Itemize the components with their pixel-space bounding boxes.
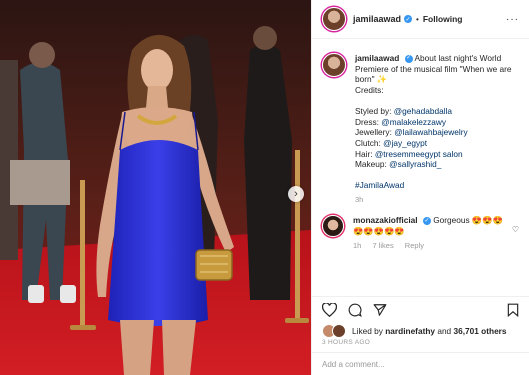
credit-line: Jewellery: @lailawahbajewelry [355, 127, 468, 138]
commenter-username[interactable]: monazakiofficial [353, 215, 418, 225]
author-avatar[interactable] [322, 7, 346, 31]
liker-avatars [322, 324, 346, 338]
author-username[interactable]: jamilaawad [353, 14, 401, 24]
heart-icon[interactable]: ♡ [512, 225, 519, 251]
reply-button[interactable]: Reply [405, 241, 424, 250]
liked-middle: and [437, 326, 452, 336]
caption-text: jamilaawad ✓ About last night's World Pr… [355, 53, 519, 205]
next-photo-button[interactable]: › [288, 186, 304, 202]
photo-illustration [0, 0, 311, 375]
comment-row: monazakiofficial ✓ Gorgeous 😍😍😍😍😍😍😍😍 1h … [322, 215, 519, 251]
chevron-right-icon: › [294, 188, 298, 200]
caption-username[interactable]: jamilaawad [355, 53, 399, 63]
instagram-post: › jamilaawad ✓ • Following ··· jamilaawa… [0, 0, 529, 375]
mention-link[interactable]: @sallyrashid_ [389, 159, 441, 169]
verified-icon: ✓ [422, 217, 431, 226]
more-icon[interactable]: ··· [506, 14, 519, 25]
post-photo[interactable]: › [0, 0, 311, 375]
post-sidebar: jamilaawad ✓ • Following ··· jamilaawad … [311, 0, 529, 375]
liked-by-row: Liked by nardinefathy and 36,701 others [312, 323, 529, 339]
heart-icon[interactable] [322, 303, 337, 317]
verified-icon: ✓ [404, 15, 413, 23]
comments-area: jamilaawad ✓ About last night's World Pr… [312, 39, 529, 296]
post-header: jamilaawad ✓ • Following ··· [312, 0, 529, 39]
credit-line: Hair: @tresemmeegypt salon [355, 148, 463, 159]
verified-icon: ✓ [404, 54, 413, 63]
liked-count[interactable]: 36,701 others [453, 326, 506, 336]
mention-link[interactable]: @malakelezzawy [381, 117, 446, 127]
credit-line: Dress: @malakelezzawy [355, 116, 446, 127]
mention-link[interactable]: @tresemmeegypt salon [375, 149, 463, 159]
liked-user[interactable]: nardinefathy [385, 326, 435, 336]
mention-link[interactable]: @gehadabdalla [394, 106, 452, 116]
caption-meta: 3h [355, 194, 364, 204]
share-icon[interactable] [373, 303, 387, 317]
comment-text: monazakiofficial ✓ Gorgeous 😍😍😍😍😍😍😍😍 1h … [353, 215, 508, 251]
credit-line: Makeup: @sallyrashid_ [355, 159, 442, 170]
hashtag-link[interactable]: #JamilaAwad [355, 180, 519, 191]
caption-row: jamilaawad ✓ About last night's World Pr… [322, 53, 519, 205]
action-bar [312, 296, 529, 323]
liked-prefix: Liked by [352, 326, 383, 336]
add-comment-input[interactable]: Add a comment... [312, 352, 529, 375]
mention-link[interactable]: @lailawahbajewelry [394, 127, 467, 137]
liker-avatar[interactable] [332, 324, 346, 338]
post-timestamp: 3 HOURS AGO [322, 339, 371, 346]
comment-meta: 1h 7 likes Reply [353, 241, 508, 252]
credit-line: Clutch: @jay_egypt [355, 137, 428, 148]
comment-icon[interactable] [348, 303, 362, 317]
caption-avatar[interactable] [322, 53, 346, 77]
following-button[interactable]: Following [423, 14, 463, 24]
comment-likes[interactable]: 7 likes [372, 241, 393, 250]
comment-age: 1h [353, 240, 362, 250]
bookmark-icon[interactable] [507, 303, 519, 317]
caption-line-2: Credits: [355, 85, 384, 96]
commenter-avatar[interactable] [322, 215, 344, 238]
credit-line: Styled by: @gehadabdalla [355, 105, 453, 116]
mention-link[interactable]: @jay_egypt [383, 138, 427, 148]
separator-dot: • [416, 14, 419, 24]
